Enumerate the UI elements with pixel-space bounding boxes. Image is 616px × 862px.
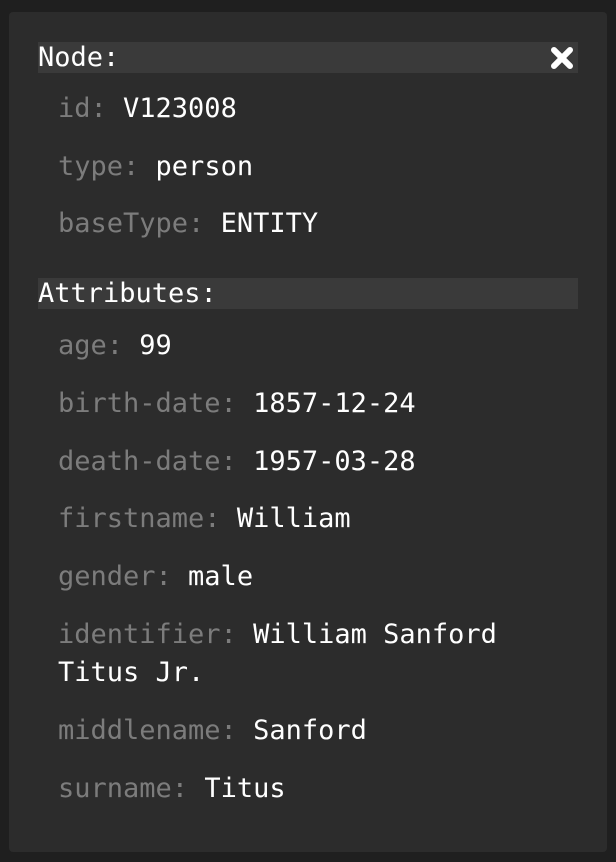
field-key: age: xyxy=(58,330,140,361)
field-value: person xyxy=(155,151,254,182)
field-key: type: xyxy=(58,151,156,182)
node-section-header: Node: xyxy=(38,42,578,73)
field-key: baseType: xyxy=(58,208,221,239)
attribute-row-gender: gender: male xyxy=(58,558,578,596)
field-value: V123008 xyxy=(123,93,237,124)
node-header-label: Node: xyxy=(38,42,120,73)
field-key: middlename: xyxy=(58,715,254,746)
field-value: ENTITY xyxy=(220,208,319,239)
field-value: male xyxy=(188,561,254,592)
close-button[interactable] xyxy=(546,42,578,73)
field-value: William xyxy=(236,503,351,534)
node-details-panel: Node: id: V123008 type: person baseType:… xyxy=(9,12,607,852)
attributes-header-label: Attributes: xyxy=(38,278,217,309)
field-key: death-date: xyxy=(58,446,254,477)
field-key: gender: xyxy=(58,561,189,592)
node-field-basetype: baseType: ENTITY xyxy=(58,205,578,243)
close-x-icon xyxy=(551,46,573,69)
attribute-row-death-date: death-date: 1957-03-28 xyxy=(58,443,578,481)
field-value: 1857-12-24 xyxy=(253,388,416,419)
field-key: identifier: xyxy=(58,619,254,650)
attribute-row-identifier: identifier: William Sanford Titus Jr. xyxy=(58,616,578,692)
attribute-row-middlename: middlename: Sanford xyxy=(58,712,578,750)
field-key: surname: xyxy=(58,773,205,804)
field-key: id: xyxy=(58,93,124,124)
attribute-row-surname: surname: Titus xyxy=(58,770,578,808)
attribute-row-birth-date: birth-date: 1857-12-24 xyxy=(58,385,578,423)
attribute-row-firstname: firstname: William xyxy=(58,500,578,538)
attribute-row-age: age: 99 xyxy=(58,327,578,365)
field-key: firstname: xyxy=(58,503,237,534)
field-value: 1957-03-28 xyxy=(253,446,416,477)
node-field-type: type: person xyxy=(58,148,578,186)
field-value: 99 xyxy=(139,330,172,361)
node-field-id: id: V123008 xyxy=(58,90,578,128)
attributes-section-header: Attributes: xyxy=(38,278,578,309)
field-key: birth-date: xyxy=(58,388,254,419)
field-value: Sanford xyxy=(253,715,367,746)
field-value: Titus xyxy=(204,773,286,804)
